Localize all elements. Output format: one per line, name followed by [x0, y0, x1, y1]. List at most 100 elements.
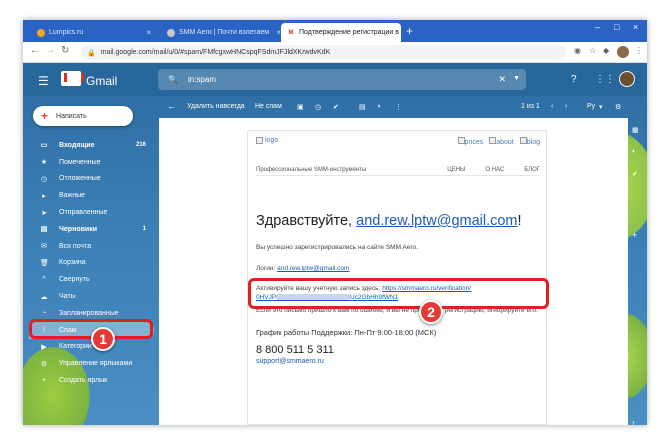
close-window-button[interactable]: ×	[633, 22, 638, 32]
menu-about[interactable]: О НАС	[485, 167, 504, 173]
trash-icon: 🗑	[40, 259, 49, 267]
next-icon[interactable]: ›	[565, 103, 567, 110]
draft-icon: ▤	[40, 226, 48, 234]
clear-search-icon[interactable]: ✕	[498, 74, 506, 85]
star-bookmark-icon[interactable]: ☆	[589, 46, 596, 55]
back-to-list-button[interactable]: ←	[167, 101, 176, 111]
url-input[interactable]: 🔒 mail.google.com/mail/u/0/#spam/FMfcgxw…	[81, 45, 566, 60]
profile-avatar[interactable]	[617, 46, 629, 58]
sidebar-item[interactable]: ◷ Отложенные	[29, 171, 154, 188]
eye-icon[interactable]: ◉	[574, 46, 581, 55]
add-addon-icon[interactable]: +	[632, 230, 637, 240]
clock-icon: ◷	[40, 175, 48, 183]
sidebar-item-label: Отправленные	[59, 209, 108, 217]
sidebar-item[interactable]: ✉ Вся почта	[29, 238, 154, 255]
sidebar-item-label: Черновики	[59, 225, 98, 233]
not-spam-button[interactable]: Не спам	[255, 103, 282, 110]
hamburger-menu-icon[interactable]: ☰	[38, 74, 49, 88]
close-tab-icon[interactable]: ×	[146, 28, 151, 37]
apps-grid-icon[interactable]: ⋮⋮	[595, 74, 615, 85]
url-text: mail.google.com/mail/u/0/#spam/FMfcgxwHN…	[100, 49, 331, 56]
tab-lumpics[interactable]: Lumpics.ru ×	[31, 23, 157, 42]
address-bar: ← → ↻ 🔒 mail.google.com/mail/u/0/#spam/F…	[23, 42, 647, 63]
gmail-logo-icon[interactable]	[61, 71, 84, 86]
email-top-links: prices about blog	[457, 137, 540, 146]
snooze-icon[interactable]: ◷	[315, 103, 321, 111]
greeting-email-link[interactable]: and.rew.lptw@gmail.com	[356, 213, 517, 229]
sidebar-nav: ▭ Входящие 216 ★ Помеченные ◷ Отложенные ▸ Важны…	[29, 137, 154, 389]
delete-forever-button[interactable]: Удалить навсегда	[187, 103, 245, 110]
plus-icon: +	[41, 377, 47, 385]
tab-gmail-active[interactable]: M Подтверждение регистрации в ×	[281, 23, 401, 42]
compose-plus-icon: +	[41, 109, 49, 123]
chevron-down-icon[interactable]: ▾	[599, 103, 603, 111]
account-avatar[interactable]	[619, 71, 635, 87]
expand-panel-icon[interactable]: ›	[632, 418, 635, 425]
side-panel-strip: ▦ ◐ ✔ + ›	[631, 118, 640, 425]
extension-icon[interactable]: ◆	[603, 46, 609, 55]
compose-button[interactable]: + Написать	[33, 106, 133, 126]
menu-blog[interactable]: БЛОГ	[524, 167, 540, 173]
settings-gear-icon[interactable]: ⚙	[615, 103, 621, 111]
more-icon[interactable]: ⋮	[395, 103, 402, 111]
support-phone[interactable]: 8 800 511 5 311	[256, 344, 544, 356]
about-link[interactable]: about	[489, 137, 514, 146]
sidebar-item[interactable]: ▤ Черновики 1	[29, 221, 154, 238]
login-email-link[interactable]: and.rew.lptw@gmail.com	[277, 265, 349, 272]
forward-arrow-icon[interactable]: →	[45, 45, 55, 56]
sidebar-item[interactable]: + Создать ярлык	[29, 372, 154, 389]
sidebar-item[interactable]: ☁ Чаты	[29, 288, 154, 305]
move-to-icon[interactable]: ▤	[359, 103, 366, 111]
tab-strip: Lumpics.ru × SMM Aero | Почти взлетаем ×…	[23, 20, 647, 42]
step-badge-2: 2	[419, 300, 443, 324]
label-icon[interactable]: ◗	[377, 103, 381, 110]
categories-icon: ▶	[41, 343, 47, 351]
sidebar-item[interactable]: ➤ Отправленные	[29, 204, 154, 221]
menu-prices[interactable]: ЦЕНЫ	[447, 167, 465, 173]
support-email-link[interactable]: support@smmaero.ru	[256, 358, 544, 365]
search-icon[interactable]: 🔍	[168, 75, 178, 84]
search-box[interactable]: 🔍 in:spam ✕ ▼	[158, 69, 526, 90]
sidebar-item-label: Категории	[59, 343, 92, 351]
sidebar-item-label: Чаты	[59, 293, 76, 301]
sidebar-item[interactable]: ★ Помеченные	[29, 154, 154, 171]
back-arrow-icon[interactable]: ←	[30, 45, 40, 56]
sidebar-item[interactable]: ▸ Важные	[29, 187, 154, 204]
reload-icon[interactable]: ↻	[61, 45, 69, 56]
archive-icon[interactable]: ▣	[297, 103, 304, 111]
prev-icon[interactable]: ‹	[551, 103, 553, 110]
new-tab-button[interactable]: +	[406, 24, 413, 38]
compose-label: Написать	[56, 112, 87, 120]
sidebar-item[interactable]: ⚙ Управление ярлыками	[29, 355, 154, 372]
help-icon[interactable]: ?	[571, 74, 577, 85]
tab-label: SMM Aero | Почти взлетаем	[179, 29, 270, 36]
search-input[interactable]: in:spam	[188, 75, 216, 84]
tab-label: Подтверждение регистрации в	[299, 29, 399, 36]
sidebar-item-label: Создать ярлык	[59, 377, 108, 385]
task-icon[interactable]: ✔	[333, 103, 339, 111]
collapse-icon: ^	[42, 276, 46, 284]
step-badge-1: 1	[91, 327, 115, 351]
tasks-icon[interactable]: ✔	[632, 170, 638, 178]
lumpics-favicon-icon	[37, 28, 45, 37]
sidebar-item[interactable]: ▭ Входящие 216	[29, 137, 154, 154]
kebab-menu-icon[interactable]: ⋮	[635, 46, 643, 55]
blog-link[interactable]: blog	[519, 137, 540, 146]
star-icon: ★	[40, 159, 48, 167]
tab-smmaero[interactable]: SMM Aero | Почти взлетаем ×	[161, 23, 287, 42]
sidebar-item[interactable]: 🗑 Корзина	[29, 255, 154, 272]
broken-image-icon	[256, 137, 263, 144]
gear-icon: ⚙	[40, 360, 48, 368]
sidebar-item-label: Помеченные	[59, 158, 101, 166]
search-options-icon[interactable]: ▼	[513, 75, 520, 82]
language-button[interactable]: Ру	[587, 103, 595, 110]
calendar-icon[interactable]: ▦	[632, 126, 639, 134]
keep-icon[interactable]: ◐	[632, 148, 636, 155]
maximize-button[interactable]: □	[614, 22, 619, 32]
minimize-button[interactable]: –	[595, 22, 600, 32]
sidebar-item-label: Отложенные	[59, 175, 101, 183]
sidebar-item[interactable]: ^ Свернуть	[29, 271, 154, 288]
gmail-wordmark[interactable]: Gmail	[86, 74, 117, 88]
prices-link[interactable]: prices	[457, 137, 483, 146]
registered-text: Вы успешно зарегистрировались на сайте S…	[256, 244, 418, 251]
